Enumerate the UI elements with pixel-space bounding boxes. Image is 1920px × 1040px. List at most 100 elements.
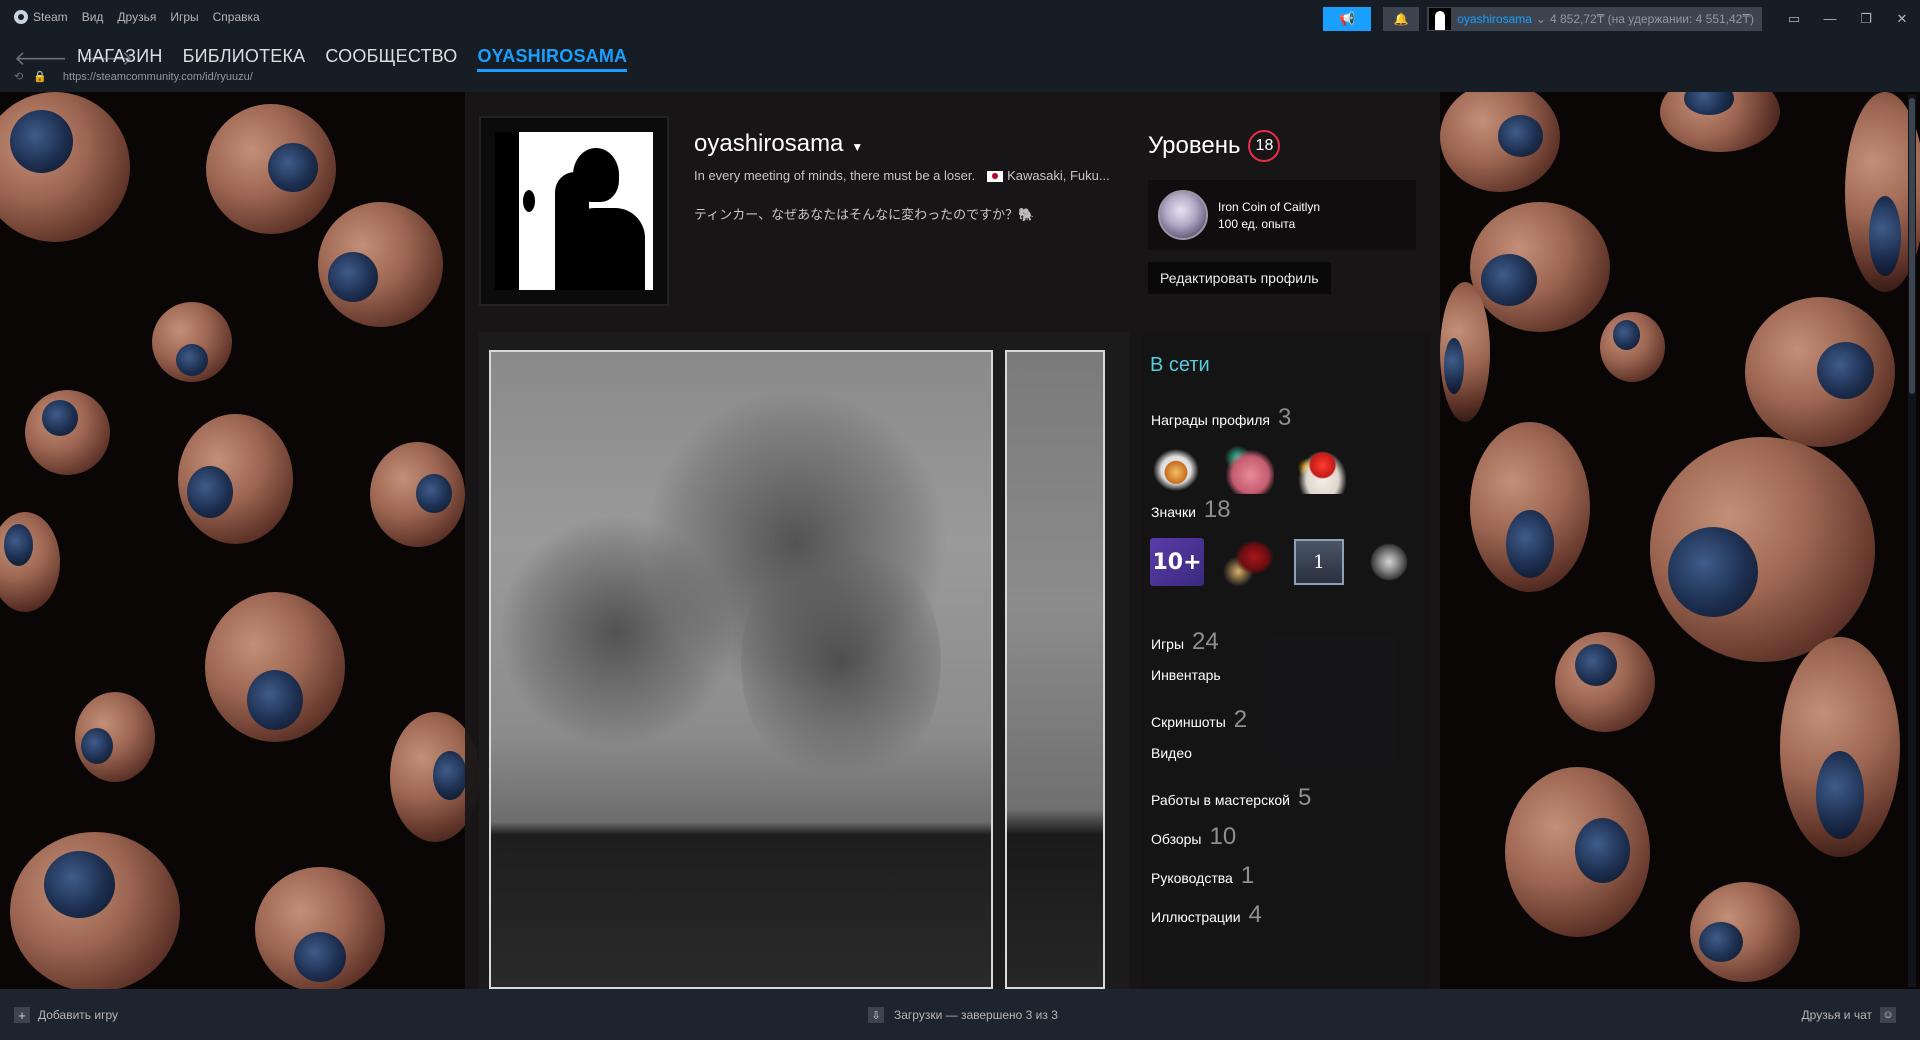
stat-workshop[interactable]: Работы в мастерской 5 xyxy=(1151,784,1311,823)
avatar-image xyxy=(495,132,653,290)
profile-page: oyashirosama ▼ In every meeting of minds… xyxy=(465,92,1440,989)
background-eyeball xyxy=(1600,312,1665,382)
profile-summary-line: In every meeting of minds, there must be… xyxy=(694,168,1110,183)
background-eyeball xyxy=(370,442,465,547)
announcements-button[interactable]: 📢 xyxy=(1323,7,1372,31)
shield-badge-icon[interactable] xyxy=(1362,538,1416,586)
chicken-award-icon[interactable] xyxy=(1294,446,1346,494)
background-eyeball xyxy=(205,592,345,742)
background-eyeball xyxy=(152,302,232,382)
background-eyeball xyxy=(206,104,336,234)
steam-menu-label: Steam xyxy=(33,10,68,24)
background-eyeball xyxy=(75,692,155,782)
maximize-icon[interactable]: ❐ xyxy=(1848,11,1884,27)
stat-count: 2 xyxy=(1233,706,1248,733)
menu-item-help[interactable]: Справка xyxy=(213,10,260,24)
top-right-controls: 📢 🔔 oyashirosama ⌄ 4 852,72₸ (на удержан… xyxy=(1323,7,1920,31)
stat-label: Обзоры xyxy=(1151,831,1202,847)
background-eyeball xyxy=(10,832,180,989)
background-eyeball xyxy=(25,390,110,475)
stat-label: Иллюстрации xyxy=(1151,909,1241,925)
avatar-silhouette xyxy=(565,208,645,290)
tab-community[interactable]: СООБЩЕСТВО xyxy=(325,46,457,72)
friends-chat-label: Друзья и чат xyxy=(1801,1008,1872,1022)
profile-right-column: В сети Награды профиля 3 Значки 18 10+ 1… xyxy=(1142,332,1430,989)
profile-stats: Игры 24 Инвентарь Скриншоты 2 Видео Рабо… xyxy=(1151,628,1311,940)
stat-artwork[interactable]: Иллюстрации 4 xyxy=(1151,901,1311,940)
account-avatar xyxy=(1429,8,1452,30)
bottom-bar: + Добавить игру ⇩ Загрузки — завершено 3… xyxy=(0,989,1920,1040)
background-eyeball xyxy=(0,512,60,612)
edit-profile-button[interactable]: Редактировать профиль xyxy=(1148,262,1331,294)
background-eyeball xyxy=(1555,632,1655,732)
friends-chat-button[interactable]: Друзья и чат ☺ xyxy=(1802,1007,1896,1023)
stat-label: Игры xyxy=(1151,636,1185,652)
close-icon[interactable]: ✕ xyxy=(1884,11,1920,27)
stat-count: 24 xyxy=(1192,628,1219,655)
brain-award-icon[interactable] xyxy=(1222,446,1274,494)
years-service-badge-icon[interactable]: 10+ xyxy=(1150,538,1204,586)
stat-videos[interactable]: Видео xyxy=(1151,745,1311,784)
persona-name-text: oyashirosama xyxy=(694,130,844,157)
stat-label: Инвентарь xyxy=(1151,667,1221,683)
winged-award-icon[interactable] xyxy=(1150,446,1202,494)
stat-games[interactable]: Игры 24 xyxy=(1151,628,1311,667)
stat-reviews[interactable]: Обзоры 10 xyxy=(1151,823,1311,862)
badges-heading[interactable]: Значки 18 xyxy=(1151,496,1231,524)
profile-bio: ティンカー、なぜあなたはそんなに変わったのですか？🐘 xyxy=(694,207,1035,222)
nav-tabs: МАГАЗИН БИБЛИОТЕКА СООБЩЕСТВО OYASHIROSA… xyxy=(77,46,628,72)
awards-row xyxy=(1150,446,1346,494)
menu-item-friends[interactable]: Друзья xyxy=(117,10,156,24)
background-eyeball xyxy=(1780,637,1900,857)
favorite-badge[interactable]: Iron Coin of Caitlyn 100 ед. опыта xyxy=(1148,180,1416,250)
background-eyeball xyxy=(0,92,130,242)
tree-shape xyxy=(741,532,941,792)
profile-avatar[interactable] xyxy=(479,116,669,306)
stat-count: 5 xyxy=(1297,784,1312,811)
background-eyeball xyxy=(1440,92,1560,192)
level-label: Уровень xyxy=(1148,132,1241,159)
stat-guides[interactable]: Руководства 1 xyxy=(1151,862,1311,901)
iron-coin-badge-icon xyxy=(1158,190,1208,240)
showcase-artwork-side[interactable] xyxy=(1005,350,1105,989)
stat-label: Видео xyxy=(1151,745,1192,761)
background-eyeball xyxy=(318,202,443,327)
avatar-shadow xyxy=(523,190,535,212)
steam-menu[interactable]: Steam xyxy=(14,10,68,24)
stat-screenshots[interactable]: Скриншоты 2 xyxy=(1151,706,1311,745)
background-eyeball xyxy=(1470,422,1590,592)
back-arrow-icon[interactable]: 🡐 xyxy=(14,46,68,71)
menu-item-games[interactable]: Игры xyxy=(170,10,198,24)
navigation-bar: 🡐 🡒 МАГАЗИН БИБЛИОТЕКА СООБЩЕСТВО OYASHI… xyxy=(0,36,1920,92)
reload-icon[interactable]: ⟲ xyxy=(14,70,23,83)
notifications-button[interactable]: 🔔 xyxy=(1383,7,1420,31)
tab-store[interactable]: МАГАЗИН xyxy=(77,46,163,72)
steam-logo-icon xyxy=(14,10,28,24)
stat-count: 10 xyxy=(1209,823,1237,850)
downloads-status[interactable]: ⇩ Загрузки — завершено 3 из 3 xyxy=(868,1007,1058,1023)
persona-name[interactable]: oyashirosama ▼ xyxy=(694,130,863,158)
big-picture-icon[interactable]: ▭ xyxy=(1776,11,1812,27)
artwork-showcase xyxy=(479,332,1129,989)
chat-icon: ☺ xyxy=(1880,1007,1896,1023)
awards-heading[interactable]: Награды профиля 3 xyxy=(1151,404,1291,432)
stat-inventory[interactable]: Инвентарь xyxy=(1151,667,1311,706)
account-menu[interactable]: oyashirosama ⌄ 4 852,72₸ (на удержании: … xyxy=(1427,7,1762,31)
add-game-button[interactable]: + Добавить игру xyxy=(14,1007,118,1023)
level-number[interactable]: 18 xyxy=(1248,130,1281,162)
tab-library[interactable]: БИБЛИОТЕКА xyxy=(183,46,306,72)
add-game-label: Добавить игру xyxy=(38,1008,118,1022)
url-text[interactable]: https://steamcommunity.com/id/ryuuzu/ xyxy=(63,71,253,83)
minimize-icon[interactable]: — xyxy=(1812,11,1848,27)
background-eyeball xyxy=(1745,297,1895,447)
megaphone-icon: 📢 xyxy=(1339,11,1356,26)
showcase-artwork-main[interactable] xyxy=(489,350,993,989)
level-one-badge-icon[interactable]: 1 xyxy=(1294,539,1344,585)
shell-badge-icon[interactable] xyxy=(1222,538,1276,586)
window-controls: ▭ — ❐ ✕ xyxy=(1776,11,1920,27)
background-eyeball xyxy=(1440,282,1490,422)
tab-profile[interactable]: OYASHIROSAMA xyxy=(477,46,628,72)
page-scrollbar-thumb[interactable] xyxy=(1909,98,1915,394)
bell-icon: 🔔 xyxy=(1393,12,1409,26)
menu-item-view[interactable]: Вид xyxy=(82,10,104,24)
